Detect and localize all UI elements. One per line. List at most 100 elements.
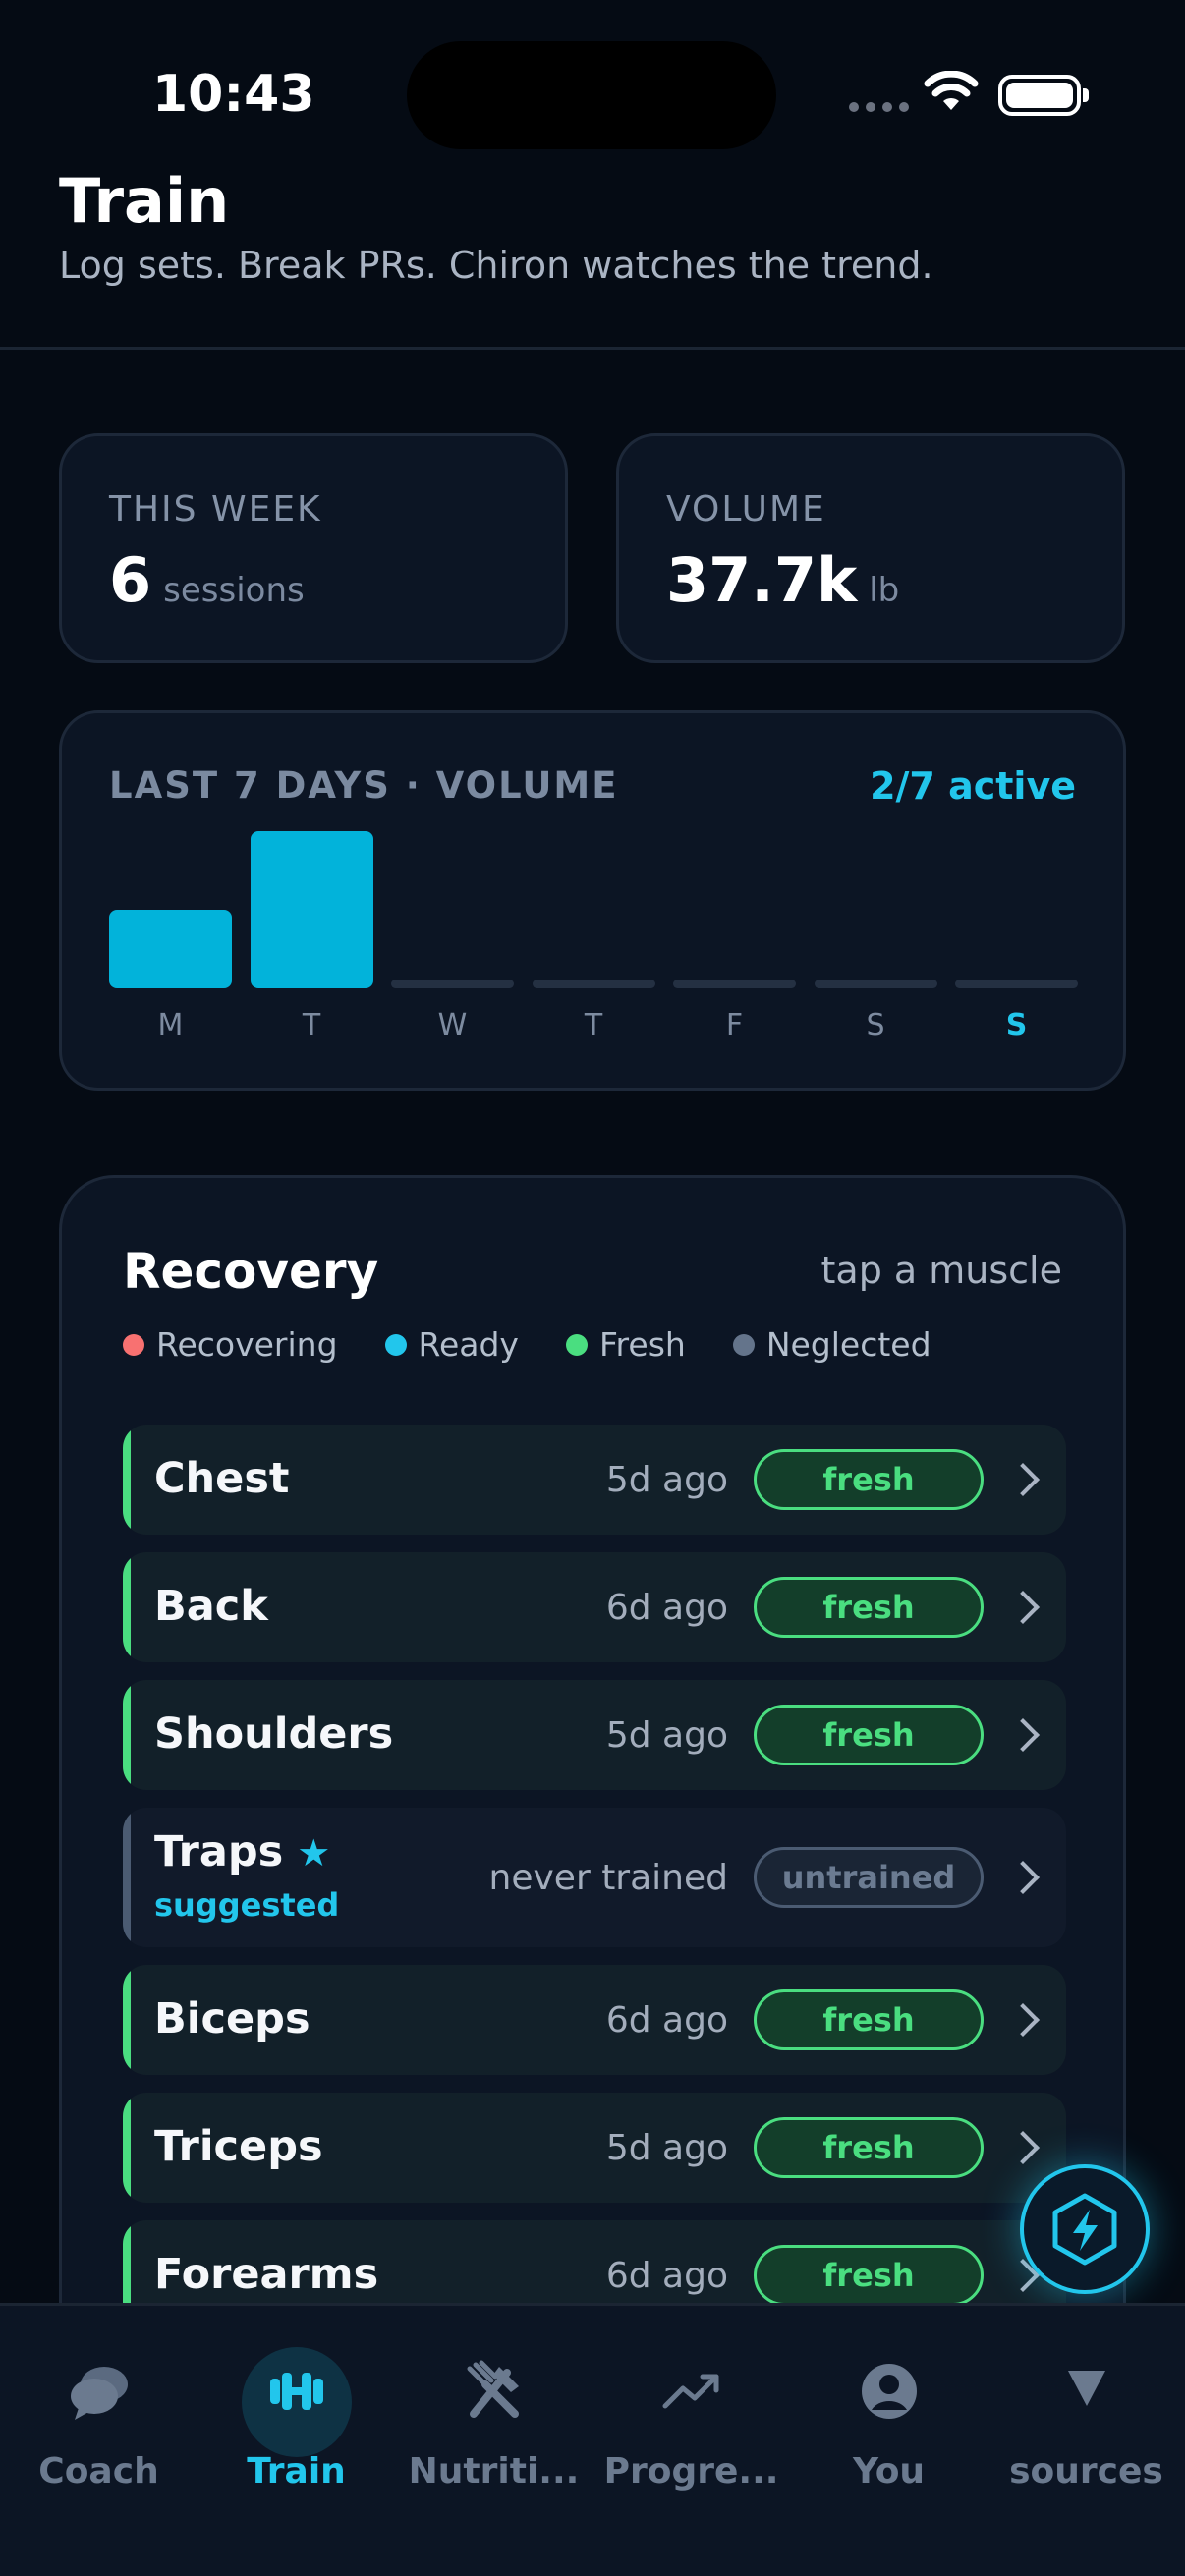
day-label: T (584, 1008, 603, 1042)
tab-label: Nutriti... (408, 2451, 580, 2492)
last-trained: 6d ago (605, 1588, 728, 1628)
day-label: M (157, 1008, 184, 1042)
recovery-legend: Recovering Ready Fresh Neglected (123, 1325, 931, 1364)
chevron-right-icon (1006, 1718, 1040, 1752)
row-accent (123, 1425, 131, 1535)
muscle-row-biceps[interactable]: Biceps 6d ago fresh (123, 1965, 1066, 2075)
status-badge: untrained (754, 1847, 984, 1908)
status-time: 10:43 (152, 65, 315, 124)
trend-up-icon (662, 2374, 718, 2409)
tab-nutrition[interactable]: Nutriti... (395, 2306, 592, 2502)
status-bar: 10:43 (0, 0, 1185, 177)
stat-label: VOLUME (666, 489, 826, 530)
cellular-signal-icon (849, 102, 910, 116)
legend-label: Fresh (598, 1325, 686, 1364)
fork-knife-icon (467, 2360, 519, 2418)
muscle-row-chest[interactable]: Chest 5d ago fresh (123, 1425, 1066, 1535)
row-accent (123, 1552, 131, 1662)
muscle-name: Triceps (154, 2122, 323, 2171)
tab-coach[interactable]: Coach (0, 2306, 198, 2502)
recovery-title: Recovery (123, 1243, 379, 1300)
active-days-count: 2/7 active (870, 764, 1076, 808)
muscle-name: Back (154, 1582, 268, 1631)
stat-card-volume: VOLUME 37.7k lb (616, 433, 1125, 663)
tab-label: You (852, 2451, 926, 2492)
tab-progress[interactable]: Progre... (592, 2306, 790, 2502)
muscle-row-triceps[interactable]: Triceps 5d ago fresh (123, 2093, 1066, 2203)
dumbbell-icon (269, 2373, 323, 2410)
tab-sources[interactable]: sources (988, 2306, 1185, 2502)
volume-bar (532, 980, 655, 988)
tab-label: sources (1009, 2451, 1163, 2492)
last-trained: 5d ago (605, 2128, 728, 2168)
volume-bar (109, 910, 232, 988)
page-title: Train (59, 165, 230, 237)
legend-label: Recovering (156, 1325, 338, 1364)
legend-dot (732, 1333, 755, 1356)
last-trained: never trained (488, 1858, 728, 1898)
stat-number: 37.7k (666, 544, 858, 616)
legend-dot (384, 1333, 407, 1356)
lightning-hexagon-icon (1052, 2193, 1117, 2266)
last-trained: 6d ago (605, 2000, 728, 2041)
volume-bar (391, 980, 514, 988)
legend-item-fresh: Fresh (565, 1325, 686, 1364)
wifi-icon (924, 71, 979, 110)
status-badge: fresh (754, 1989, 984, 2050)
dynamic-island (407, 41, 776, 149)
last-trained: 5d ago (605, 1460, 728, 1500)
stat-label: THIS WEEK (109, 489, 322, 530)
legend-label: Neglected (765, 1325, 931, 1364)
stat-unit: sessions (163, 571, 305, 610)
legend-dot (565, 1333, 588, 1356)
legend-dot (123, 1333, 144, 1356)
page-subtitle: Log sets. Break PRs. Chiron watches the … (59, 244, 933, 287)
volume-bar (955, 980, 1078, 988)
muscle-name: Biceps (154, 1994, 310, 2044)
day-label: T (302, 1008, 321, 1042)
stat-value: 6 sessions (109, 544, 305, 616)
tab-bar: Coach Train Nutriti... Progre... You sou… (0, 2303, 1185, 2576)
chevron-right-icon (1006, 2003, 1040, 2037)
tab-you[interactable]: You (790, 2306, 988, 2502)
muscle-row-back[interactable]: Back 6d ago fresh (123, 1552, 1066, 1662)
legend-item-neglected: Neglected (732, 1325, 931, 1364)
day-label: F (725, 1008, 744, 1042)
muscle-name: Shoulders (154, 1709, 394, 1759)
tab-label: Train (247, 2451, 346, 2492)
muscle-row-shoulders[interactable]: Shoulders 5d ago fresh (123, 1680, 1066, 1790)
tab-train[interactable]: Train (198, 2306, 395, 2502)
quick-log-button[interactable] (1020, 2164, 1150, 2294)
stat-card-this-week: THIS WEEK 6 sessions (59, 433, 568, 663)
last-trained: 5d ago (605, 1715, 728, 1756)
last-trained: 6d ago (605, 2256, 728, 2296)
chevron-right-icon (1006, 1463, 1040, 1496)
tab-label: Progre... (603, 2451, 779, 2492)
day-label: W (437, 1008, 468, 1042)
volume-chart-card: LAST 7 DAYS · VOLUME 2/7 active M T W T F S S (59, 710, 1126, 1091)
chevron-right-icon (1006, 1591, 1040, 1624)
stat-value: 37.7k lb (666, 544, 899, 616)
muscle-name: Chest (154, 1454, 290, 1503)
legend-item-recovering: Recovering (123, 1325, 338, 1364)
header-divider (0, 347, 1185, 350)
row-accent (123, 1808, 131, 1947)
muscle-row-traps[interactable]: Traps ★ suggested never trained untrained (123, 1808, 1066, 1947)
chevron-right-icon (1006, 2131, 1040, 2164)
volume-bars (109, 831, 1082, 988)
legend-label: Ready (418, 1325, 519, 1364)
suggested-tag: suggested (154, 1886, 340, 1924)
battery-icon (998, 75, 1089, 116)
volume-bar (250, 831, 373, 988)
volume-bar (814, 980, 937, 988)
row-accent (123, 1680, 131, 1790)
row-accent (123, 2093, 131, 2203)
star-icon: ★ (297, 1831, 331, 1875)
status-badge: fresh (754, 1705, 984, 1765)
status-badge: fresh (754, 1577, 984, 1638)
chat-bubble-icon (70, 2367, 128, 2420)
day-label: S (866, 1008, 885, 1042)
row-accent (123, 1965, 131, 2075)
tab-label: Coach (38, 2451, 159, 2492)
chevron-right-icon (1006, 1861, 1040, 1894)
